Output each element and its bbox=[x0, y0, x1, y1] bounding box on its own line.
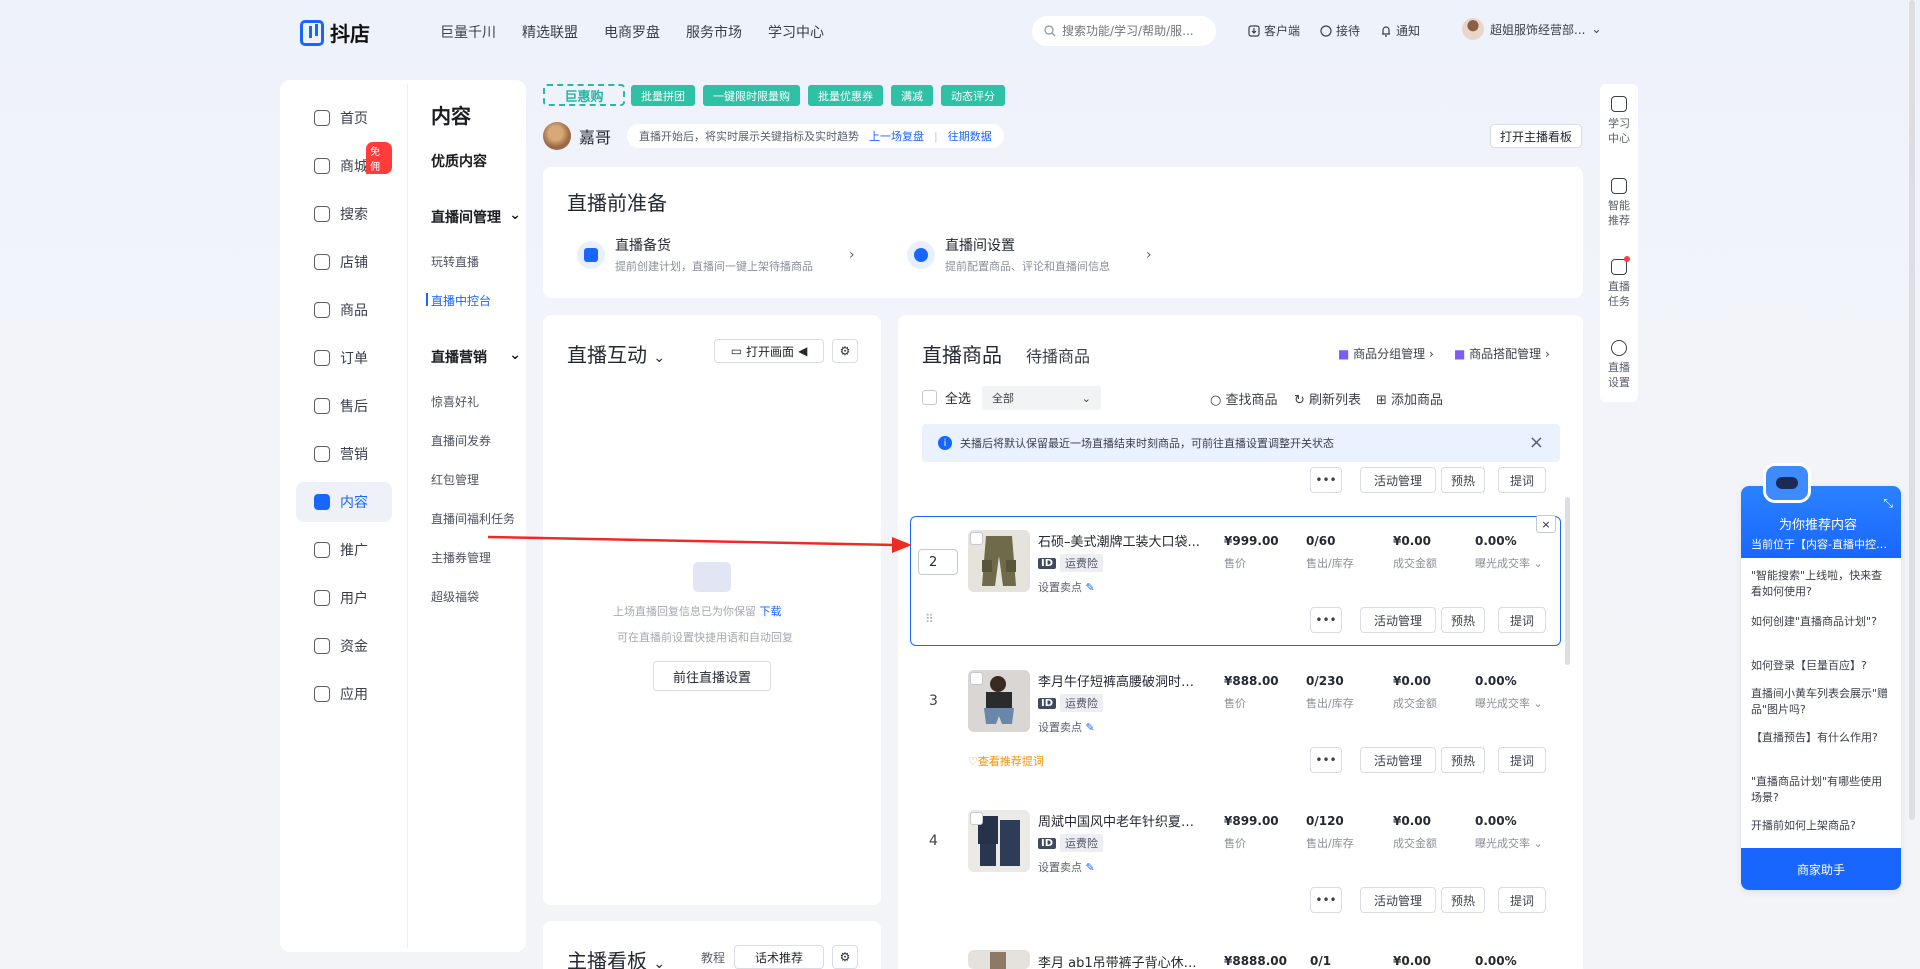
page-scrollbar[interactable] bbox=[1908, 0, 1916, 969]
book-icon bbox=[1611, 96, 1627, 112]
collapse-icon[interactable]: ⤡ bbox=[1883, 496, 1893, 511]
rail-label: 直播任务 bbox=[1608, 280, 1630, 308]
rail-live-settings[interactable]: 直播设置 bbox=[1600, 340, 1638, 390]
assistant-question[interactable]: 【直播预告】有什么作用? bbox=[1751, 730, 1893, 746]
assistant-subtitle: 当前位于【内容-直播中控台】 bbox=[1751, 538, 1893, 551]
merchant-assistant-button[interactable]: 商家助手 bbox=[1741, 848, 1901, 890]
robot-icon bbox=[1611, 178, 1627, 194]
task-icon bbox=[1611, 256, 1630, 275]
rail-label: 智能推荐 bbox=[1608, 199, 1630, 227]
assistant-title: 为你推荐内容 bbox=[1779, 518, 1858, 533]
assistant-question[interactable]: 开播前如何上架商品? bbox=[1751, 818, 1893, 834]
settings-icon bbox=[1611, 340, 1627, 356]
rail-label: 学习中心 bbox=[1608, 117, 1630, 145]
right-tool-rail: 学习中心 智能推荐 直播任务 直播设置 bbox=[1600, 84, 1638, 402]
assistant-question[interactable]: 如何创建"直播商品计划"? bbox=[1751, 614, 1893, 630]
assistant-question[interactable]: "智能搜索"上线啦，快来查看如何使用? bbox=[1751, 568, 1893, 600]
assistant-question[interactable]: 如何登录【巨量百应】? bbox=[1751, 658, 1893, 674]
assistant-question[interactable]: 直播间小黄车列表会展示"赠品"图片吗? bbox=[1751, 686, 1893, 718]
rail-live-task[interactable]: 直播任务 bbox=[1600, 256, 1638, 309]
merchant-assistant-panel: 为你推荐内容 当前位于【内容-直播中控台】 ⤡ "智能搜索"上线啦，快来查看如何… bbox=[1741, 486, 1901, 890]
assistant-robot-icon bbox=[1763, 463, 1811, 503]
rail-label: 直播设置 bbox=[1608, 361, 1630, 389]
rail-learning-center[interactable]: 学习中心 bbox=[1600, 96, 1638, 146]
rail-smart-recommend[interactable]: 智能推荐 bbox=[1600, 178, 1638, 228]
assistant-question[interactable]: "直播商品计划"有哪些使用场景? bbox=[1751, 774, 1893, 806]
